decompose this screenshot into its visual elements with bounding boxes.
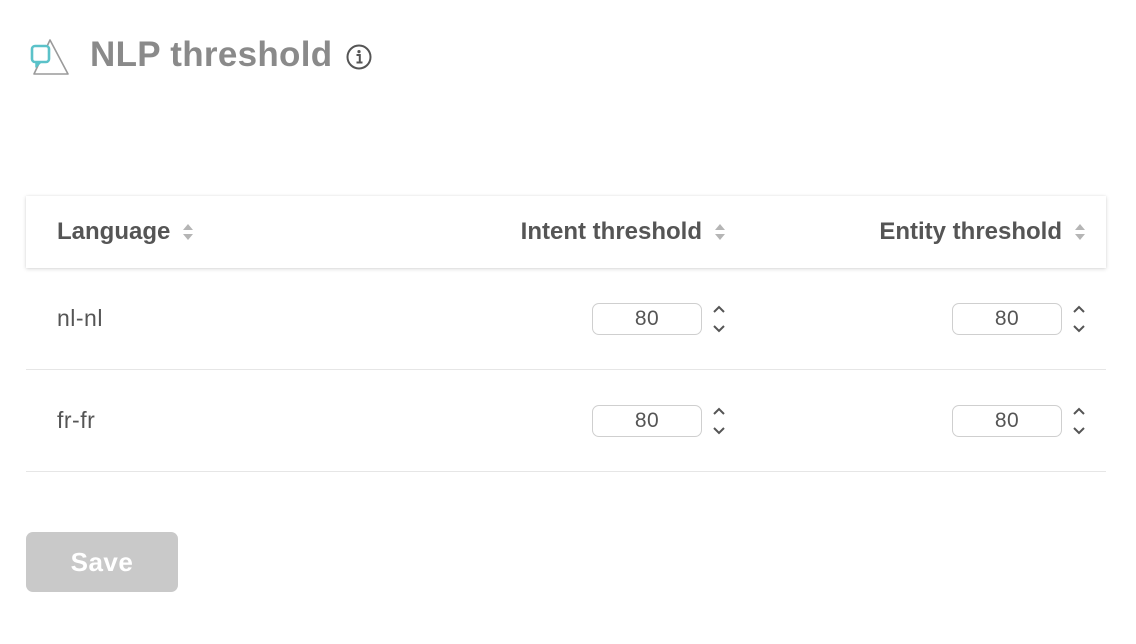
info-circle-icon[interactable] [345,43,373,71]
language-cell: nl-nl [57,305,103,331]
column-header-label: Entity threshold [879,218,1062,245]
chevron-down-icon [713,427,725,435]
table-row: nl-nl 80 80 [26,268,1106,370]
increment-button[interactable] [1072,302,1086,316]
page-header: NLP threshold [28,32,373,78]
column-header-entity-threshold[interactable]: Entity threshold [879,196,1086,268]
language-cell: fr-fr [57,407,96,433]
entity-threshold-input[interactable]: 80 [952,405,1062,437]
chevron-up-icon [713,305,725,313]
sort-arrows-icon [715,224,725,240]
column-header-label: Language [57,218,171,245]
chevron-down-icon [1073,325,1085,333]
stepper-controls [1072,302,1086,336]
threshold-table: Language Intent threshold Entity thresho… [26,196,1106,472]
column-header-language[interactable]: Language [57,196,194,268]
intent-threshold-stepper: 80 [592,404,726,438]
chevron-up-icon [713,407,725,415]
intent-threshold-input[interactable]: 80 [592,405,702,437]
sort-arrows-icon [183,224,194,240]
intent-threshold-input[interactable]: 80 [592,303,702,335]
chevron-up-icon [1073,305,1085,313]
chevron-up-icon [1073,407,1085,415]
chevron-down-icon [1073,427,1085,435]
chat-bubble-triangle-logo-icon [30,39,69,75]
entity-threshold-stepper: 80 [952,404,1086,438]
sort-arrows-icon [1075,224,1085,240]
column-header-label: Intent threshold [520,218,702,245]
stepper-controls [712,302,726,336]
table-row: fr-fr 80 80 [26,370,1106,472]
chevron-down-icon [713,325,725,333]
nlp-threshold-page: NLP threshold Language Intent threshold [0,0,1136,644]
table-header: Language Intent threshold Entity thresho… [26,196,1106,268]
stepper-controls [1072,404,1086,438]
page-title: NLP threshold [90,35,333,74]
save-button[interactable]: Save [26,532,178,592]
decrement-button[interactable] [1072,322,1086,336]
decrement-button[interactable] [712,424,726,438]
column-header-intent-threshold[interactable]: Intent threshold [521,196,726,268]
entity-threshold-input[interactable]: 80 [952,303,1062,335]
intent-threshold-stepper: 80 [592,302,726,336]
stepper-controls [712,404,726,438]
entity-threshold-stepper: 80 [952,302,1086,336]
decrement-button[interactable] [1072,424,1086,438]
increment-button[interactable] [1072,404,1086,418]
decrement-button[interactable] [712,322,726,336]
increment-button[interactable] [712,302,726,316]
increment-button[interactable] [712,404,726,418]
